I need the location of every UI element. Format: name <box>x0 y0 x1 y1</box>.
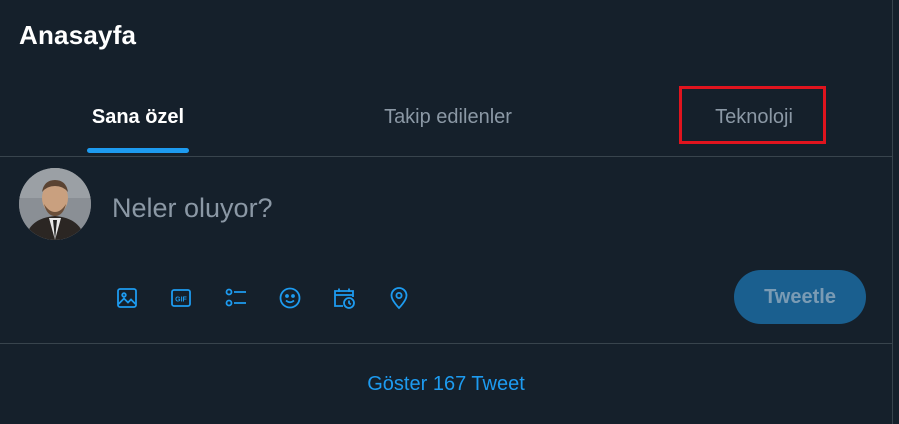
highlight-box <box>679 86 826 144</box>
tab-label: Sana özel <box>91 105 185 128</box>
tweet-composer: GIF Tweetle <box>0 157 892 344</box>
location-icon[interactable] <box>384 283 414 313</box>
active-tab-indicator <box>87 148 189 153</box>
page-title: Anasayfa <box>19 20 137 50</box>
tweet-button[interactable]: Tweetle <box>734 270 866 324</box>
column-border <box>892 0 893 424</box>
tab-label: Takip edilenler <box>384 105 512 128</box>
gif-icon[interactable]: GIF <box>166 283 196 313</box>
tab-for-you[interactable]: Sana özel <box>70 78 206 156</box>
image-icon[interactable] <box>112 283 142 313</box>
emoji-icon[interactable] <box>275 283 305 313</box>
svg-text:GIF: GIF <box>175 297 187 304</box>
tab-following[interactable]: Takip edilenler <box>320 78 576 156</box>
schedule-icon[interactable] <box>329 283 359 313</box>
show-new-tweets-link[interactable]: Göster 167 Tweet <box>0 344 892 424</box>
compose-input[interactable] <box>112 193 712 224</box>
poll-icon[interactable] <box>221 283 251 313</box>
avatar[interactable] <box>19 168 91 240</box>
